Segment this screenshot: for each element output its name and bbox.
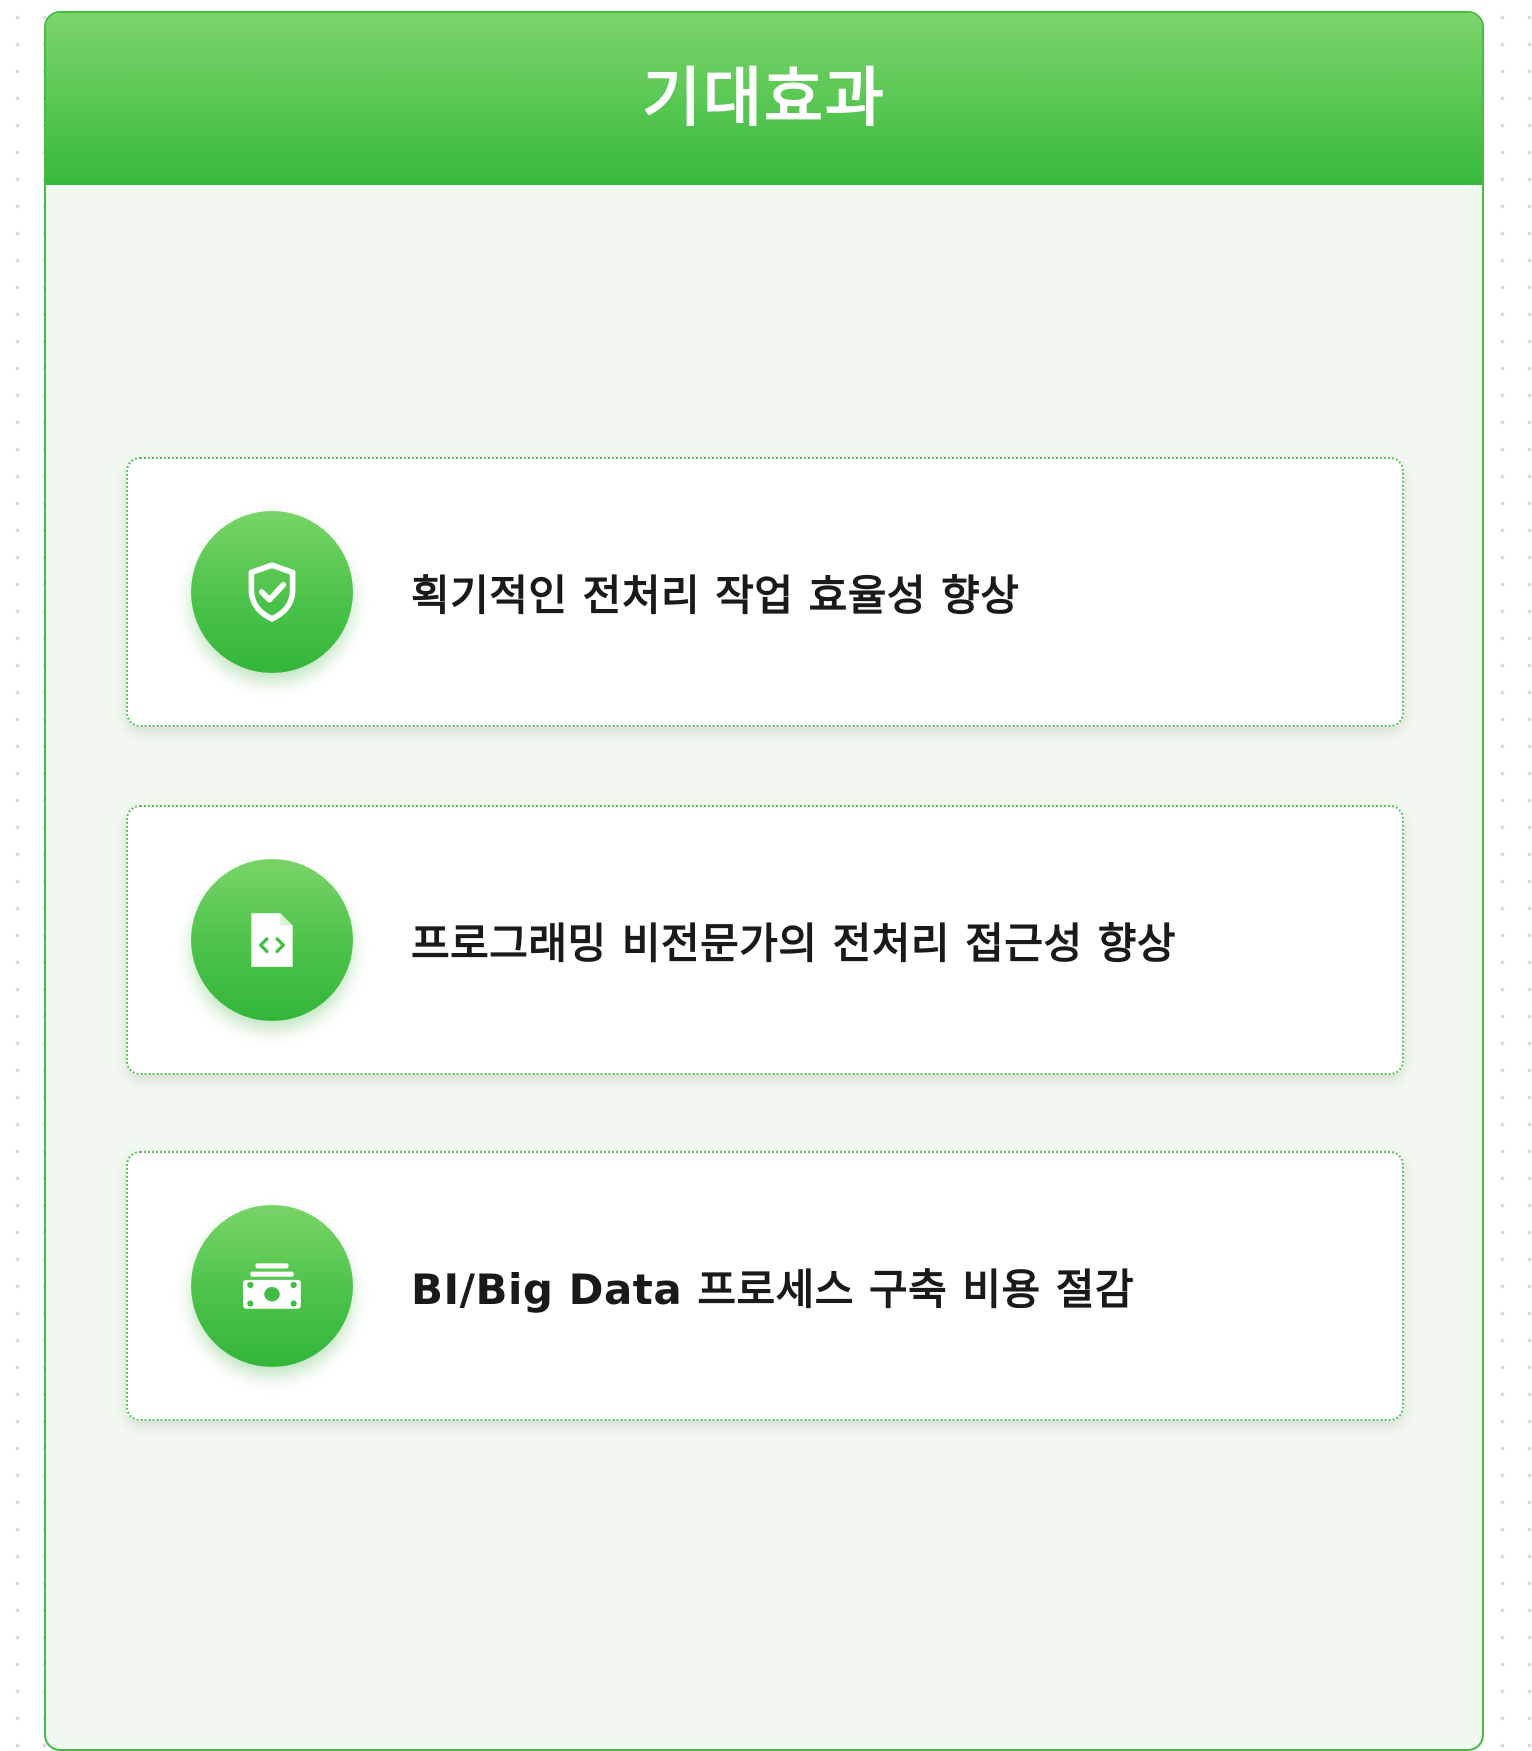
icon-badge	[191, 1205, 353, 1367]
effect-text: BI/Big Data 프로세스 구축 비용 절감	[411, 1264, 1135, 1314]
code-file-icon	[251, 913, 293, 967]
panel-header: 기대효과	[46, 13, 1482, 185]
effect-text: 프로그래밍 비전문가의 전처리 접근성 향상	[411, 918, 1177, 968]
shield-check-icon	[248, 562, 296, 622]
icon-badge	[191, 859, 353, 1021]
effect-card-accessibility: 프로그래밍 비전문가의 전처리 접근성 향상	[126, 805, 1404, 1075]
effect-card-efficiency: 획기적인 전처리 작업 효율성 향상	[126, 457, 1404, 727]
effect-card-cost: BI/Big Data 프로세스 구축 비용 절감	[126, 1151, 1404, 1421]
icon-badge	[191, 511, 353, 673]
expected-effects-panel: 기대효과 획기적인 전처리 작업 효율성 향상 프로그래밍 비전문가의 전처리 …	[44, 11, 1484, 1751]
effect-text: 획기적인 전처리 작업 효율성 향상	[411, 570, 1020, 620]
effects-list: 획기적인 전처리 작업 효율성 향상 프로그래밍 비전문가의 전처리 접근성 향…	[126, 457, 1404, 1499]
page-title: 기대효과	[642, 62, 886, 136]
money-stack-icon	[243, 1263, 301, 1309]
